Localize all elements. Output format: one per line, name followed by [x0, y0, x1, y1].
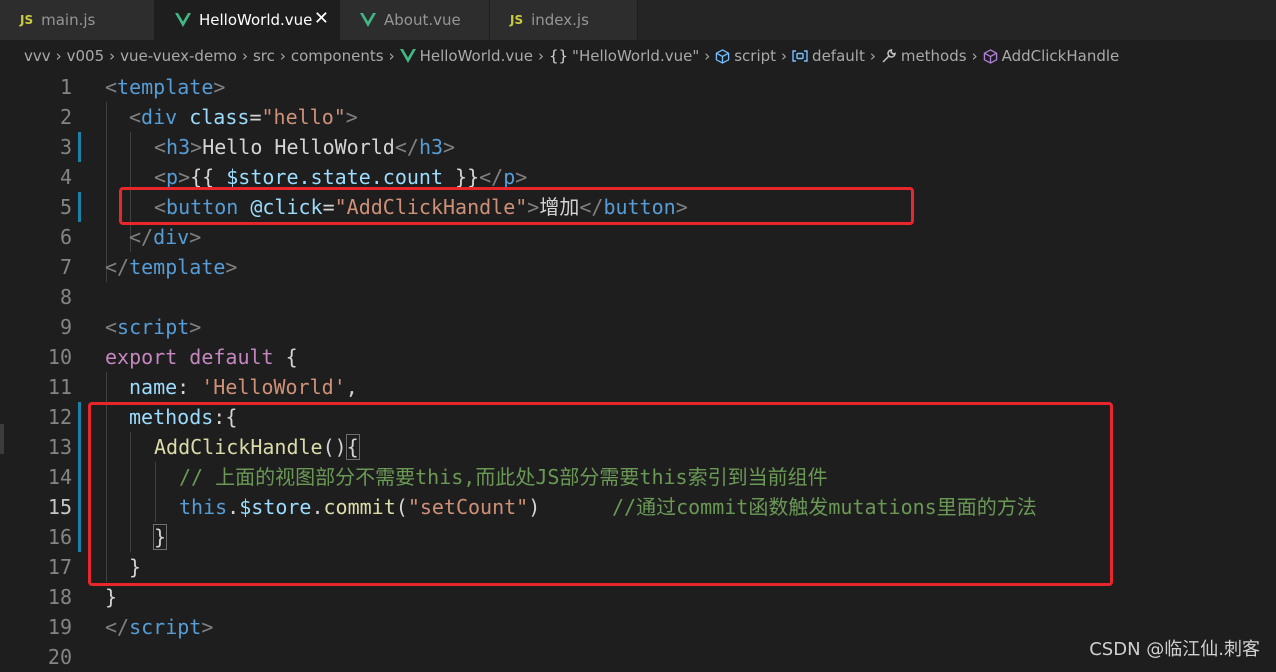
- breadcrumb-method[interactable]: AddClickHandle: [983, 47, 1120, 65]
- line-content: </div>: [129, 225, 202, 249]
- line-content: </template>: [105, 255, 238, 279]
- line-number: 2: [59, 105, 72, 129]
- tab-main-js[interactable]: JS main.js: [0, 0, 155, 40]
- code-line: 20: [0, 642, 1276, 672]
- line-number: 15: [47, 495, 72, 519]
- line-number: 1: [59, 75, 72, 99]
- breadcrumb: vvv › v005 › vue-vuex-demo › src › compo…: [0, 40, 1276, 72]
- highlight-box-methods: [88, 402, 1113, 586]
- breadcrumb-separator: ›: [869, 47, 876, 65]
- code-line: 3 <h3>Hello HelloWorld</h3>: [0, 132, 1276, 162]
- breadcrumb-item[interactable]: vvv: [24, 47, 51, 65]
- line-number: 5: [59, 195, 72, 219]
- breadcrumb-separator: ›: [241, 47, 248, 65]
- line-number: 7: [59, 255, 72, 279]
- breadcrumb-label: AddClickHandle: [1001, 47, 1120, 65]
- breadcrumb-file[interactable]: HelloWorld.vue: [399, 47, 533, 65]
- breadcrumb-label: script: [734, 47, 777, 65]
- line-content: <div class="hello">: [129, 105, 358, 129]
- line-content: name: 'HelloWorld',: [129, 375, 358, 399]
- breadcrumb-label: default: [812, 47, 865, 65]
- line-number: 14: [47, 465, 72, 489]
- code-line: 1 <template>: [0, 72, 1276, 102]
- tab-label: main.js: [41, 11, 96, 29]
- field-icon: [792, 50, 808, 62]
- line-number: 13: [47, 435, 72, 459]
- breadcrumb-script[interactable]: script: [715, 47, 776, 65]
- line-number: 6: [59, 225, 72, 249]
- breadcrumb-item[interactable]: v005: [67, 47, 105, 65]
- line-content: <script>: [105, 315, 202, 339]
- line-number: 17: [47, 555, 72, 579]
- line-number: 16: [47, 525, 72, 549]
- breadcrumb-item[interactable]: src: [253, 47, 275, 65]
- breadcrumb-label: HelloWorld.vue: [419, 47, 533, 65]
- method-cube-icon: [983, 48, 997, 64]
- code-line: 9 <script>: [0, 312, 1276, 342]
- breadcrumb-methods[interactable]: methods: [881, 47, 967, 65]
- line-number: 20: [47, 645, 72, 669]
- tab-label: About.vue: [384, 11, 461, 29]
- code-line: 8: [0, 282, 1276, 312]
- highlight-box-button: [119, 187, 914, 225]
- line-number: 9: [59, 315, 72, 339]
- breadcrumb-separator: ›: [971, 47, 978, 65]
- line-content: <template>: [105, 75, 226, 99]
- line-content: </script>: [105, 615, 214, 639]
- breadcrumb-separator: ›: [704, 47, 711, 65]
- line-number: 3: [59, 135, 72, 159]
- watermark: CSDN @临江仙.刺客: [1089, 639, 1260, 660]
- line-number: 11: [47, 375, 72, 399]
- breadcrumb-separator: ›: [388, 47, 395, 65]
- breadcrumb-separator: ›: [781, 47, 788, 65]
- breadcrumb-item[interactable]: components: [291, 47, 384, 65]
- line-content: }: [105, 585, 118, 609]
- wrench-icon: [882, 49, 896, 63]
- scroll-marker: [0, 424, 4, 454]
- line-number: 8: [59, 285, 72, 309]
- cube-icon: [715, 48, 730, 64]
- line-number: 18: [47, 585, 72, 609]
- line-number: 4: [59, 165, 72, 189]
- tab-helloworld-vue[interactable]: HelloWorld.vue ✕: [155, 0, 340, 40]
- breadcrumb-label: "HelloWorld.vue": [572, 47, 700, 65]
- js-icon: JS: [510, 13, 524, 27]
- braces-icon: {}: [548, 47, 569, 65]
- code-line: 7 </template>: [0, 252, 1276, 282]
- close-icon[interactable]: ✕: [314, 10, 329, 28]
- breadcrumb-separator: ›: [55, 47, 62, 65]
- tab-label: index.js: [531, 11, 589, 29]
- tab-index-js[interactable]: JS index.js: [490, 0, 638, 40]
- breadcrumb-separator: ›: [537, 47, 544, 65]
- breadcrumb-label: methods: [900, 47, 967, 65]
- breadcrumb-item[interactable]: vue-vuex-demo: [120, 47, 237, 65]
- code-line: 2 <div class="hello">: [0, 102, 1276, 132]
- breadcrumb-separator: ›: [109, 47, 116, 65]
- tab-label: HelloWorld.vue: [199, 11, 313, 29]
- line-content: export default {: [105, 345, 298, 369]
- js-icon: JS: [20, 13, 34, 27]
- line-number: 19: [47, 615, 72, 639]
- breadcrumb-module[interactable]: {} "HelloWorld.vue": [549, 47, 699, 65]
- tab-about-vue[interactable]: About.vue: [340, 0, 490, 40]
- code-line: 6 </div>: [0, 222, 1276, 252]
- code-line: 19 </script>: [0, 612, 1276, 642]
- editor-tab-bar: JS main.js HelloWorld.vue ✕ About.vue JS…: [0, 0, 1276, 40]
- breadcrumb-separator: ›: [279, 47, 286, 65]
- code-editor[interactable]: 1 <template> 2 <div class="hello"> 3 <h3…: [0, 72, 1276, 669]
- breadcrumb-default[interactable]: default: [792, 47, 865, 65]
- code-line: 11 name: 'HelloWorld',: [0, 372, 1276, 402]
- vue-icon: [399, 49, 416, 63]
- vue-icon: [175, 13, 191, 27]
- vue-icon: [360, 13, 376, 27]
- code-line: 18 }: [0, 582, 1276, 612]
- line-number: 12: [47, 405, 72, 429]
- line-number: 10: [47, 345, 72, 369]
- code-line: 10 export default {: [0, 342, 1276, 372]
- line-content: <h3>Hello HelloWorld</h3>: [154, 135, 456, 159]
